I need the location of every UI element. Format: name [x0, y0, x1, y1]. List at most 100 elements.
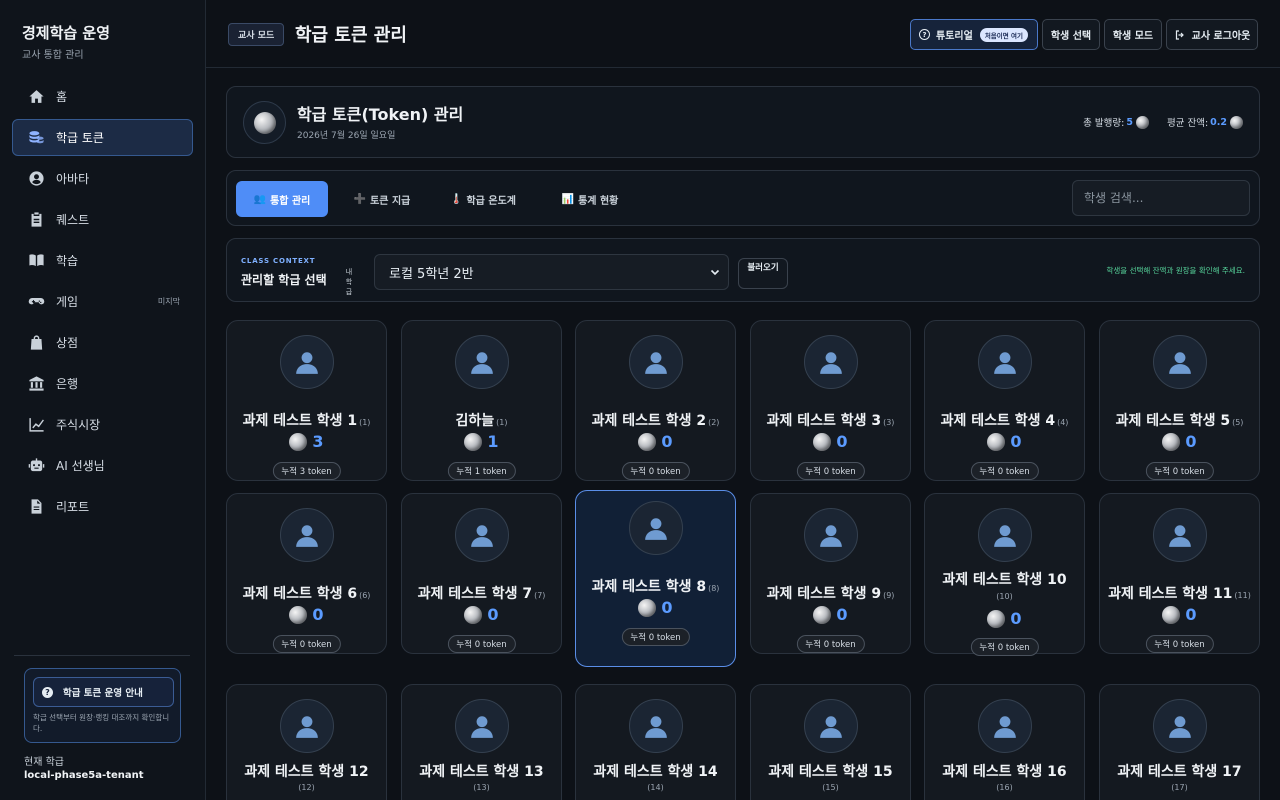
student-name: 과제 테스트 학생 14 — [593, 764, 718, 780]
coin-icon — [1162, 605, 1181, 624]
logout-button[interactable]: 교사 로그아웃 — [1166, 19, 1258, 50]
student-mode-button[interactable]: 학생 모드 — [1104, 19, 1162, 50]
sidebar-item-label: AI 선생님 — [56, 459, 105, 473]
accumulated-token-badge: 누적 0 token — [970, 638, 1039, 656]
student-card[interactable]: 과제 테스트 학생 14 (14) — [575, 684, 736, 800]
student-card[interactable]: 김하늘 (1) 1 누적 1 token — [401, 320, 562, 481]
coin-icon — [813, 605, 832, 624]
token-value: 0 — [1010, 432, 1022, 451]
student-name: 과제 테스트 학생 10 — [942, 572, 1067, 588]
sidebar-item-stock-market[interactable]: 주식시장 — [12, 406, 193, 443]
student-name: 과제 테스트 학생 11 (11) — [1108, 586, 1251, 602]
student-number: (5) — [1232, 418, 1244, 427]
student-card[interactable]: 과제 테스트 학생 7 (7) 0 누적 0 token — [401, 493, 562, 654]
class-select[interactable]: 로컬 5학년 2반 — [374, 254, 729, 290]
token-value: 3 — [312, 432, 324, 451]
sidebar-item-label: 학급 토큰 — [56, 131, 104, 145]
tab-token-grant[interactable]: ➕ 토큰 지급 — [342, 181, 422, 217]
student-name: 과제 테스트 학생 6 (6) — [242, 586, 371, 602]
bank-icon — [27, 375, 45, 393]
users-icon: 👥 — [253, 193, 267, 205]
student-card[interactable]: 과제 테스트 학생 13 (13) — [401, 684, 562, 800]
sidebar-item-class-token[interactable]: 학급 토큰 — [12, 119, 193, 156]
student-card[interactable]: 과제 테스트 학생 15 (15) — [750, 684, 911, 800]
student-number: (17) — [1171, 783, 1188, 792]
student-card[interactable]: 과제 테스트 학생 16 (16) — [924, 684, 1085, 800]
coin-icon — [1135, 115, 1149, 129]
student-card[interactable]: 과제 테스트 학생 8 (8) 0 누적 0 token — [575, 490, 736, 667]
sidebar-item-quest[interactable]: 퀘스트 — [12, 201, 193, 238]
sidebar-item-ai-teacher[interactable]: AI 선생님 — [12, 447, 193, 484]
student-token-balance: 0 — [402, 605, 561, 624]
student-avatar — [1153, 699, 1207, 753]
sidebar-item-label: 주식시장 — [56, 418, 101, 432]
student-card[interactable]: 과제 테스트 학생 6 (6) 0 누적 0 token — [226, 493, 387, 654]
student-avatar — [1153, 508, 1207, 562]
student-number: (2) — [708, 418, 720, 427]
coin-icon — [464, 605, 483, 624]
student-card[interactable]: 과제 테스트 학생 11 (11) 0 누적 0 token — [1099, 493, 1260, 654]
select-student-button[interactable]: 학생 선택 — [1042, 19, 1100, 50]
class-context-hint: 학생을 선택해 잔액과 원장을 확인해 주세요. — [1106, 266, 1245, 275]
tutorial-pill: 처음이면 여기 — [979, 27, 1028, 42]
header: 교사 모드 학급 토큰 관리 ? 튜토리얼 처음이면 여기 학생 선택 학생 모… — [206, 0, 1280, 68]
sidebar-item-badge: 미지막 — [157, 297, 180, 306]
sidebar-item-home[interactable]: 홈 — [12, 78, 193, 115]
class-context-eyebrow: CLASS CONTEXT — [241, 257, 316, 265]
tab-integrated-management[interactable]: 👥 통합 관리 — [236, 181, 328, 217]
guide-button[interactable]: ? 학급 토큰 운영 안내 — [33, 677, 174, 707]
mode-badge: 교사 모드 — [228, 23, 285, 46]
student-number: (14) — [647, 783, 664, 792]
sidebar-item-bank[interactable]: 은행 — [12, 365, 193, 402]
student-card[interactable]: 과제 테스트 학생 4 (4) 0 누적 0 token — [924, 320, 1085, 481]
accumulated-token-badge: 누적 3 token — [272, 462, 341, 480]
student-avatar — [455, 699, 509, 753]
sidebar-item-shop[interactable]: 상점 — [12, 324, 193, 361]
student-number: (12) — [298, 783, 315, 792]
brand-title: 경제학습 운영 — [22, 24, 111, 42]
sidebar-item-report[interactable]: 리포트 — [12, 488, 193, 525]
student-name: 과제 테스트 학생 3 (3) — [766, 413, 895, 429]
gamepad-icon — [27, 293, 45, 311]
student-card[interactable]: 과제 테스트 학생 5 (5) 0 누적 0 token — [1099, 320, 1260, 481]
student-avatar — [280, 335, 334, 389]
student-number: (13) — [473, 783, 490, 792]
logout-label: 교사 로그아웃 — [1191, 31, 1251, 42]
sidebar-item-game[interactable]: 게임 미지막 — [12, 283, 193, 320]
sidebar-item-label: 은행 — [56, 377, 79, 391]
student-card[interactable]: 과제 테스트 학생 3 (3) 0 누적 0 token — [750, 320, 911, 481]
student-token-balance: 0 — [576, 598, 735, 617]
sidebar-item-learning[interactable]: 학습 — [12, 242, 193, 279]
student-name: 과제 테스트 학생 7 (7) — [417, 586, 546, 602]
class-select-value: 로컬 5학년 2반 — [389, 266, 474, 282]
student-card[interactable]: 과제 테스트 학생 1 (1) 3 누적 3 token — [226, 320, 387, 481]
student-avatar — [978, 508, 1032, 562]
sidebar-item-avatar[interactable]: 아바타 — [12, 160, 193, 197]
help-icon: ? — [919, 29, 930, 40]
student-card[interactable]: 과제 테스트 학생 17 (17) — [1099, 684, 1260, 800]
student-name: 과제 테스트 학생 9 (9) — [766, 586, 895, 602]
student-name: 과제 테스트 학생 13 — [419, 764, 544, 780]
student-search-input[interactable] — [1072, 180, 1250, 216]
sidebar-item-label: 상점 — [56, 336, 79, 350]
current-class-label: 현재 학급 — [24, 757, 64, 768]
student-card[interactable]: 과제 테스트 학생 2 (2) 0 누적 0 token — [575, 320, 736, 481]
student-avatar — [455, 335, 509, 389]
accumulated-token-badge: 누적 0 token — [621, 628, 690, 646]
tab-label: 학급 온도계 — [466, 195, 516, 207]
tab-class-thermometer[interactable]: 🌡️ 학급 온도계 — [438, 181, 528, 217]
info-date: 2026년 7월 26일 일요일 — [297, 131, 396, 141]
info-title: 학급 토큰(Token) 관리 — [297, 105, 464, 124]
student-token-balance: 0 — [751, 605, 910, 624]
load-class-button[interactable]: 불러오기 — [738, 258, 788, 289]
token-value: 0 — [836, 432, 848, 451]
tutorial-button[interactable]: ? 튜토리얼 처음이면 여기 — [910, 19, 1038, 50]
coins-icon — [27, 129, 45, 147]
thermometer-icon: 🌡️ — [450, 193, 463, 205]
token-value: 1 — [487, 432, 499, 451]
student-card[interactable]: 과제 테스트 학생 9 (9) 0 누적 0 token — [750, 493, 911, 654]
student-card[interactable]: 과제 테스트 학생 12 (12) — [226, 684, 387, 800]
student-card[interactable]: 과제 테스트 학생 10 (10) 0 누적 0 token — [924, 493, 1085, 656]
student-name: 과제 테스트 학생 1 (1) — [242, 413, 371, 429]
tab-statistics[interactable]: 📊 통계 현황 — [545, 181, 635, 217]
